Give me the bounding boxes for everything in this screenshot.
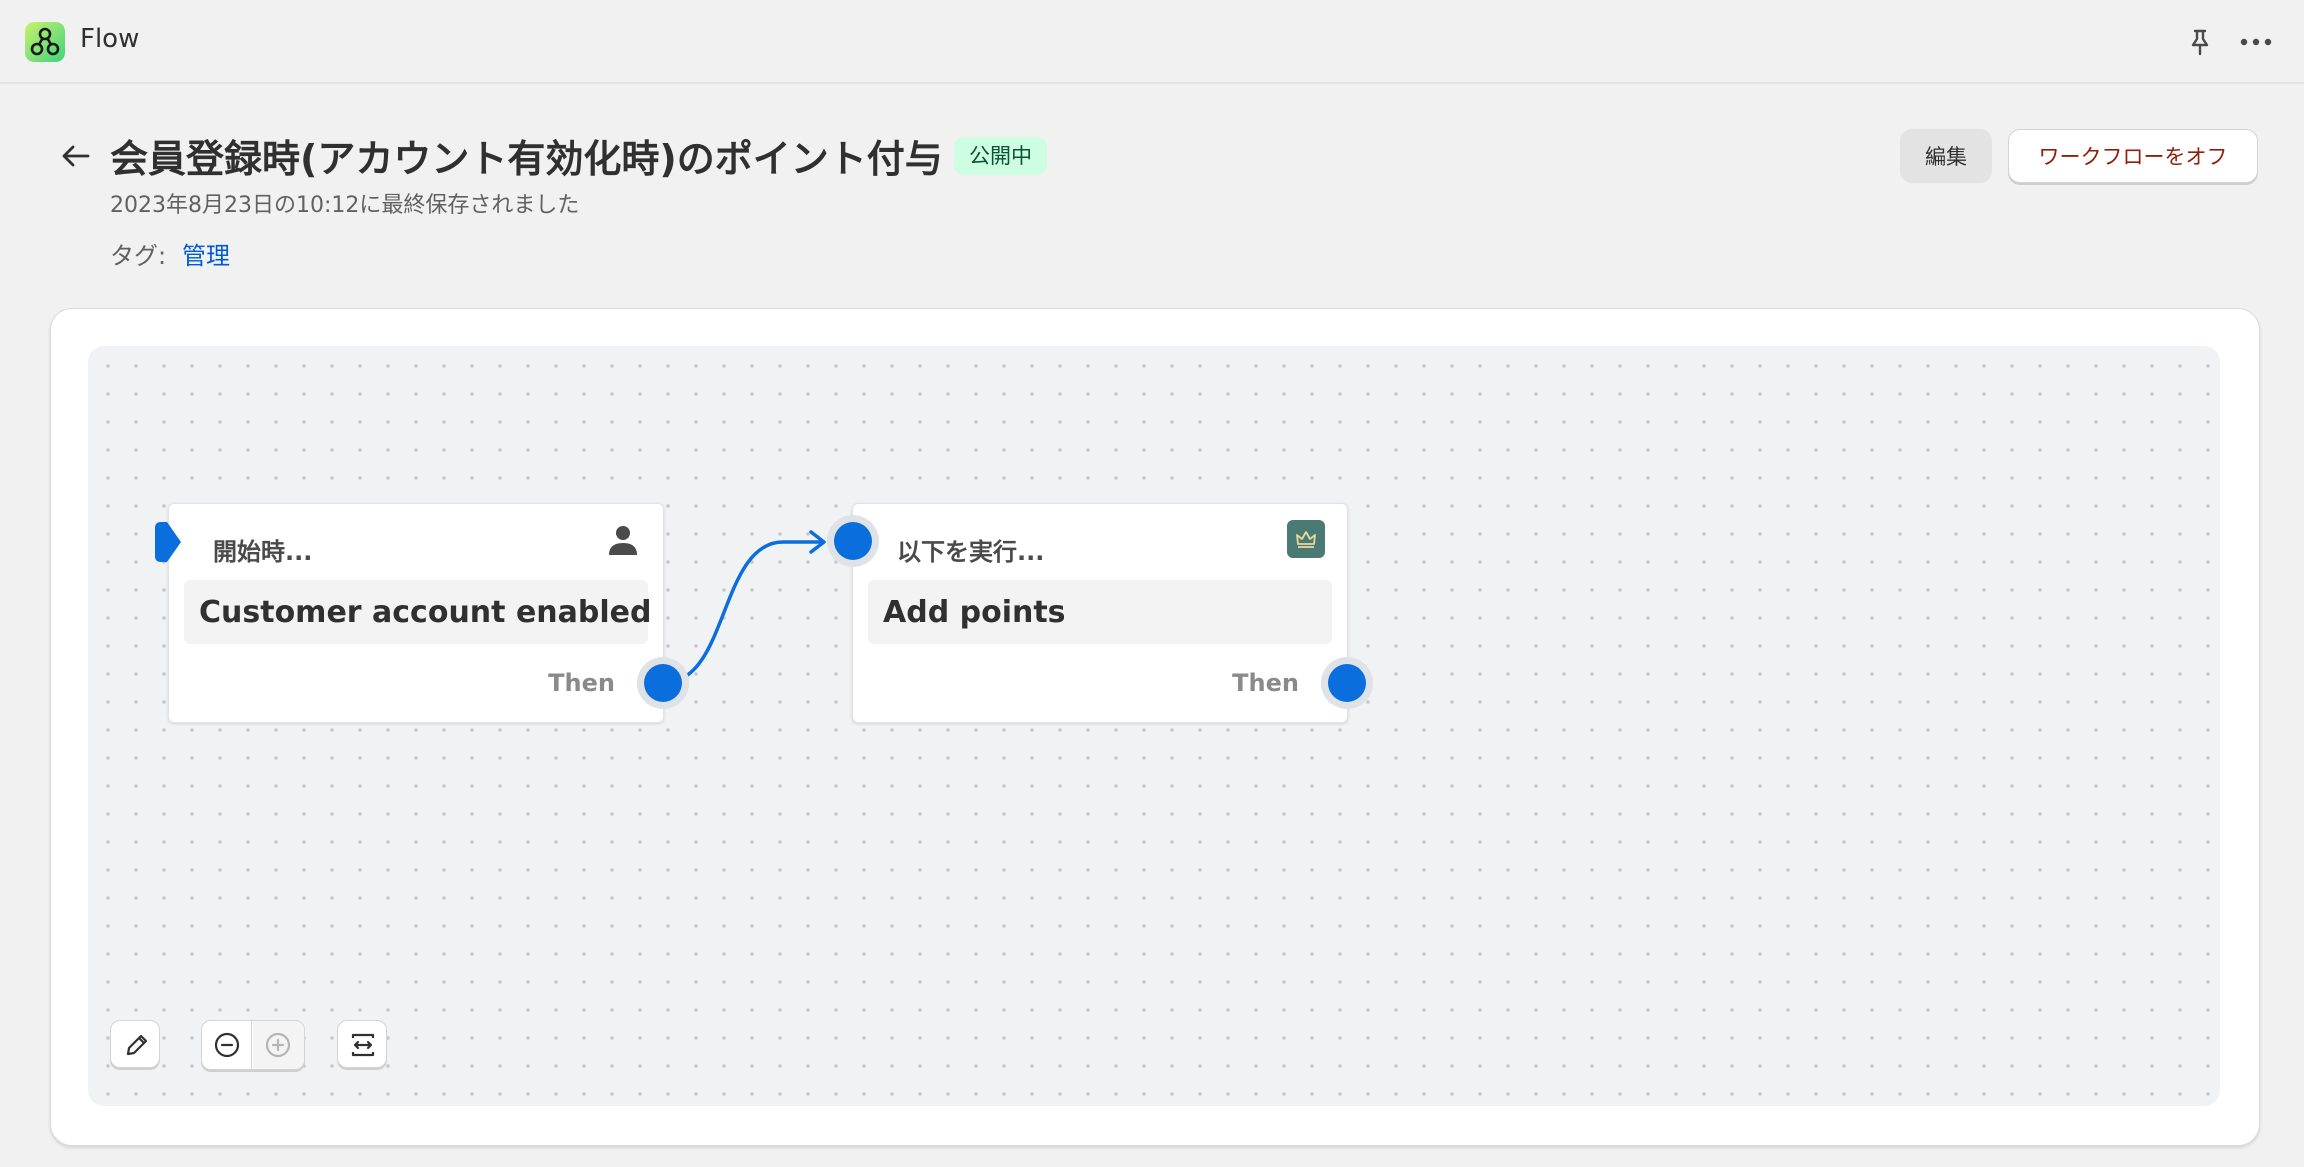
edit-canvas-button[interactable]	[110, 1020, 160, 1068]
action-label: 以下を実行...	[897, 538, 1045, 566]
trigger-start-marker	[155, 522, 181, 562]
tag-link-admin[interactable]: 管理	[182, 236, 230, 271]
top-bar: Flow	[0, 0, 2304, 84]
pin-icon[interactable]	[2184, 26, 2216, 58]
trigger-label: 開始時...	[213, 538, 313, 566]
workflow-canvas[interactable]: 開始時... Customer account enabled Then 以下を…	[88, 346, 2220, 1106]
action-title: Add points	[883, 595, 1066, 630]
zoom-controls	[201, 1020, 305, 1070]
zoom-in-icon	[265, 1032, 291, 1058]
action-node[interactable]: 以下を実行... Add points Then	[834, 503, 1366, 723]
turn-off-workflow-button[interactable]: ワークフローをオフ	[2008, 129, 2258, 183]
edit-button[interactable]: 編集	[1900, 129, 1992, 183]
crown-app-icon	[1287, 520, 1325, 558]
more-horizontal-icon[interactable]	[2236, 26, 2276, 58]
tags-label: タグ:	[110, 242, 167, 270]
action-then-label: Then	[1232, 669, 1299, 697]
fit-to-screen-button[interactable]	[337, 1020, 387, 1068]
page-title: 会員登録時(アカウント有効化時)のポイント付与	[110, 137, 943, 181]
action-output-port[interactable]	[1328, 664, 1366, 702]
trigger-title: Customer account enabled	[199, 595, 652, 630]
zoom-out-icon	[214, 1032, 240, 1058]
trigger-node[interactable]: 開始時... Customer account enabled Then	[155, 503, 682, 723]
trigger-then-label: Then	[548, 669, 615, 697]
zoom-in-button[interactable]	[253, 1021, 304, 1069]
app-name: Flow	[80, 24, 140, 54]
zoom-out-button[interactable]	[202, 1021, 252, 1069]
node-connector	[665, 530, 826, 684]
action-input-port[interactable]	[834, 522, 872, 560]
fit-to-screen-icon	[351, 1033, 375, 1057]
trigger-output-port[interactable]	[644, 664, 682, 702]
flow-app-icon[interactable]	[25, 22, 65, 62]
customer-icon	[609, 526, 637, 555]
pencil-icon	[126, 1034, 148, 1056]
trigger-body: Customer account enabled	[184, 580, 652, 644]
back-arrow-icon[interactable]	[58, 138, 94, 174]
status-badge: 公開中	[954, 137, 1047, 175]
action-body: Add points	[868, 580, 1332, 644]
workflow-card: 開始時... Customer account enabled Then 以下を…	[50, 308, 2260, 1146]
last-saved-text: 2023年8月23日の10:12に最終保存されました	[110, 193, 580, 218]
